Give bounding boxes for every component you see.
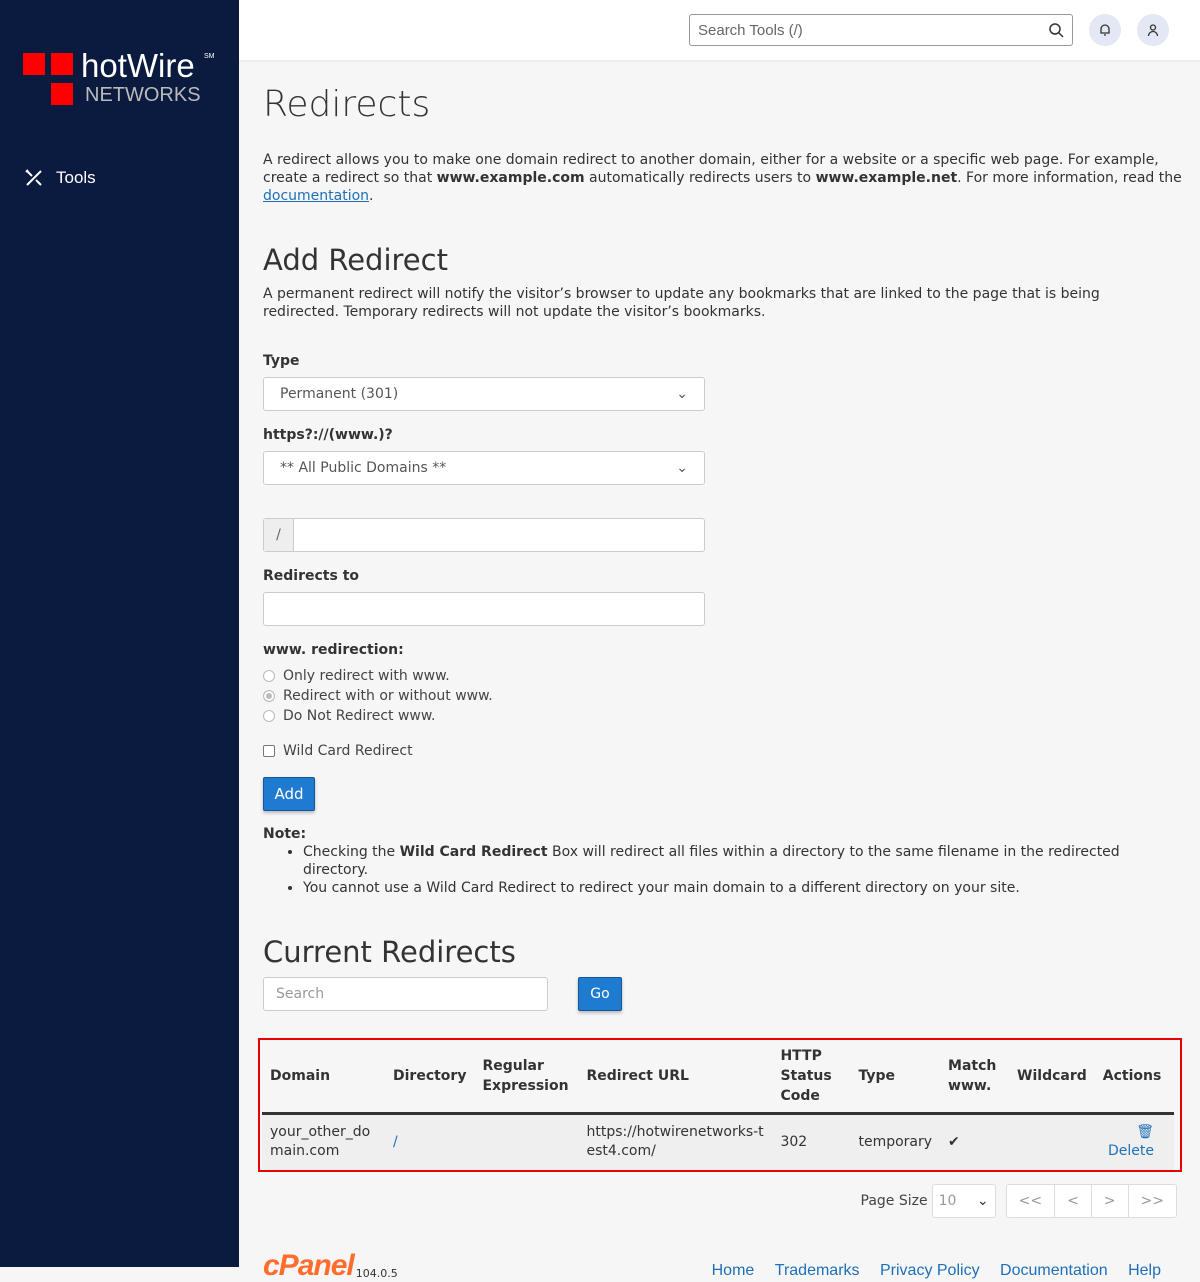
col-domain[interactable]: Domain	[262, 1040, 385, 1115]
domain-select[interactable]: ** All Public Domains ** ⌄	[263, 451, 705, 485]
user-button[interactable]	[1137, 14, 1169, 46]
wildcard-checkbox[interactable]: Wild Card Redirect	[263, 741, 1183, 761]
col-redirect-url[interactable]: Redirect URL	[578, 1040, 773, 1115]
tools-icon	[25, 169, 42, 186]
sidebar: hotWire SM NETWORKS Tools	[0, 0, 239, 1267]
note: Note: Checking the Wild Card Redirect Bo…	[263, 825, 1183, 897]
chevron-down-icon: ⌄	[676, 386, 688, 402]
path-prefix: /	[264, 519, 294, 551]
col-type[interactable]: Type	[850, 1040, 941, 1115]
cell-domain: your_other_domain.com	[262, 1113, 385, 1170]
path-input[interactable]: /	[263, 518, 705, 552]
first-page-button[interactable]: <<	[1007, 1184, 1056, 1217]
go-button[interactable]: Go	[578, 977, 622, 1011]
cell-directory[interactable]: /	[385, 1113, 475, 1170]
page-title: Redirects	[263, 84, 431, 125]
search-icon	[1049, 23, 1064, 38]
logo-sub: NETWORKS	[85, 84, 201, 106]
cpanel-logo[interactable]: cPanel 104.0.5	[263, 1250, 398, 1280]
last-page-button[interactable]: >>	[1129, 1185, 1176, 1217]
page-size-label: Page Size	[860, 1192, 928, 1209]
domain-label: https?://(www.)?	[263, 427, 393, 443]
col-directory[interactable]: Directory	[385, 1040, 475, 1115]
footer-home-link[interactable]: Home	[712, 1262, 755, 1279]
trash-icon: 🗑	[1136, 1124, 1154, 1141]
search-tools-input[interactable]: Search Tools (/)	[689, 14, 1073, 46]
type-label: Type	[263, 353, 300, 369]
header: Search Tools (/)	[239, 0, 1200, 60]
prev-page-button[interactable]: <	[1055, 1184, 1092, 1217]
cell-wildcard	[1009, 1113, 1095, 1170]
logo-text: hotWire	[81, 47, 195, 84]
redirects-to-input[interactable]	[263, 592, 705, 626]
current-redirects-heading: Current Redirects	[263, 935, 516, 969]
redirects-search-input[interactable]: Search	[263, 977, 548, 1011]
col-match-www[interactable]: Match www.	[940, 1040, 1010, 1115]
radio-do-not-redirect-www[interactable]: Do Not Redirect www.	[263, 706, 1183, 726]
sidebar-item-label: Tools	[56, 168, 96, 187]
footer: cPanel 104.0.5 Home Trademarks Privacy P…	[263, 1250, 1161, 1280]
bell-icon	[1100, 24, 1110, 36]
radio-with-or-without-www[interactable]: Redirect with or without www.	[263, 686, 1183, 706]
notifications-button[interactable]	[1089, 14, 1121, 46]
next-page-button[interactable]: >	[1092, 1184, 1129, 1217]
add-redirect-heading: Add Redirect	[263, 243, 448, 277]
version: 104.0.5	[355, 1266, 398, 1280]
intro-text: A redirect allows you to make one domain…	[263, 152, 1182, 204]
check-icon: ✔	[940, 1113, 1010, 1170]
col-status-code[interactable]: HTTP Status Code	[772, 1040, 851, 1115]
radio-only-www[interactable]: Only redirect with www.	[263, 666, 1183, 686]
redirects-to-label: Redirects to	[263, 568, 360, 584]
cell-regex	[474, 1113, 579, 1170]
chevron-down-icon: ⌄	[676, 460, 688, 476]
pagination: << < > >>	[1005, 1183, 1177, 1218]
cell-url: https://hotwirenetworks-test4.com/	[578, 1113, 773, 1170]
documentation-link[interactable]: documentation	[263, 188, 369, 204]
cell-type: temporary	[850, 1113, 941, 1170]
footer-trademarks-link[interactable]: Trademarks	[775, 1262, 860, 1279]
user-icon	[1147, 24, 1159, 37]
page-size-select[interactable]: 10 ⌄	[931, 1183, 996, 1218]
col-regex[interactable]: Regular Expression	[474, 1040, 579, 1115]
search-placeholder: Search Tools (/)	[698, 21, 803, 39]
col-actions: Actions	[1094, 1040, 1174, 1115]
delete-button[interactable]: 🗑Delete	[1094, 1113, 1174, 1170]
add-button[interactable]: Add	[263, 777, 315, 811]
add-redirect-description: A permanent redirect will notify the vis…	[263, 286, 1100, 320]
footer-help-link[interactable]: Help	[1128, 1262, 1161, 1279]
cell-status: 302	[772, 1113, 851, 1170]
footer-documentation-link[interactable]: Documentation	[1000, 1262, 1108, 1279]
col-wildcard[interactable]: Wildcard	[1009, 1040, 1095, 1115]
redirects-table-wrap: Domain Directory Regular Expression Redi…	[258, 1038, 1182, 1172]
table-row: your_other_domain.com / https://hotwiren…	[262, 1113, 1174, 1170]
type-select[interactable]: Permanent (301) ⌄	[263, 377, 705, 411]
logo-sm: SM	[204, 53, 215, 60]
redirects-table: Domain Directory Regular Expression Redi…	[262, 1040, 1174, 1170]
sidebar-item-tools[interactable]: Tools	[24, 168, 96, 188]
footer-privacy-link[interactable]: Privacy Policy	[880, 1262, 980, 1279]
www-redirection-label: www. redirection:	[263, 642, 404, 658]
